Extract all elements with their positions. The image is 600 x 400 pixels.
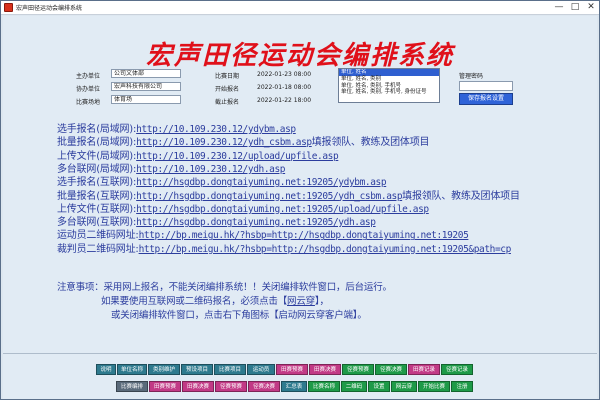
link-url[interactable]: http://bp.meigu.hk/?hsbp=http://hsgdbp.d… [139,244,512,255]
maximize-button[interactable]: □ [567,1,583,15]
venue-field[interactable]: 体育场 [111,95,181,104]
close-button[interactable]: ✕ [583,1,599,15]
co-organizer-label: 协办单位 [76,86,101,93]
password-label: 管理密码 [459,73,484,80]
toolbar-button[interactable]: 设置 [368,381,390,392]
toolbar-button[interactable]: 类别维护 [148,364,180,375]
signup-start-value[interactable]: 2022-01-18 08:00 [257,84,311,91]
toolbar-button[interactable]: 径赛记录 [441,364,473,375]
window-title: 宏声田径运动会编排系统 [16,5,83,12]
venue-label: 比赛场地 [76,99,101,106]
toolbar-button[interactable]: 预设项目 [181,364,213,375]
divider [3,353,597,354]
title-bar: 宏声田径运动会编排系统 — □ ✕ [1,1,599,15]
report-option[interactable]: 单位, 姓名 [339,69,439,76]
report-option[interactable]: 单位, 姓名, 类别 [339,76,439,83]
toolbar-button[interactable]: 田赛记录 [408,364,440,375]
link-label: 裁判员二维码网址: [57,243,139,255]
save-signup-settings-button[interactable]: 保存报名设置 [459,93,513,105]
toolbar-button[interactable]: 田赛决赛 [182,381,214,392]
toolbar-button[interactable]: 田赛预赛 [149,381,181,392]
toolbar-button[interactable]: 径赛预赛 [215,381,247,392]
cloud-link[interactable]: 网云穿 [287,296,315,307]
signup-end-label: 截止报名 [215,99,240,106]
password-input[interactable] [459,81,513,91]
report-option[interactable]: 单位, 姓名, 类别, 手机号, 身份证号 [339,89,439,96]
co-organizer-field[interactable]: 宏声科技有限公司 [111,82,181,91]
toolbar-button[interactable]: 汇总表 [281,381,307,392]
toolbar-button[interactable]: 单位名称 [117,364,147,375]
toolbar-button[interactable]: 比赛编排 [116,381,148,392]
app-title: 宏声田径运动会编排系统 [145,41,454,71]
toolbar-button[interactable]: 田赛预赛 [276,364,308,375]
signup-end-value[interactable]: 2022-01-22 18:00 [257,97,311,104]
notice-text: 】， [314,296,329,307]
toolbar-button[interactable]: 说明 [96,364,116,375]
toolbar-button[interactable]: 比赛项目 [214,364,246,375]
organizer-label: 主办单位 [76,73,101,80]
toolbar-button[interactable]: 注册 [451,381,473,392]
toolbar-button[interactable]: 径赛决赛 [375,364,407,375]
notice-line-2: 如果要使用互联网或二维码报名，必须点击【网云穿】， [101,293,329,307]
match-date-value[interactable]: 2022-01-23 08:00 [257,71,311,78]
signup-start-label: 开始报名 [215,86,240,93]
toolbar-button[interactable]: 比赛名称 [308,381,340,392]
organizer-field[interactable]: 公司文体部 [111,69,181,78]
toolbar-button[interactable]: 径赛决赛 [248,381,280,392]
notice-text: 如果要使用互联网或二维码报名，必须点击【 [101,296,288,307]
toolbar-button[interactable]: 二维码 [341,381,367,392]
toolbar-button[interactable]: 田赛决赛 [309,364,341,375]
toolbar-button[interactable]: 开始比赛 [418,381,450,392]
app-window: 宏声田径运动会编排系统 — □ ✕ 宏声田径运动会编排系统 主办单位 公司文体部… [0,0,600,400]
report-fields-list[interactable]: 单位, 姓名 单位, 姓名, 类别 单位, 姓名, 类别, 手机号 单位, 姓名, 类… [338,68,440,103]
link-row: 裁判员二维码网址:http://bp.meigu.hk/?hsbp=http:/… [57,240,511,255]
main-panel: 宏声田径运动会编排系统 主办单位 公司文体部 协办单位 宏声科技有限公司 比赛场… [3,16,597,399]
toolbar-button[interactable]: 径赛预赛 [342,364,374,375]
app-icon [4,3,13,12]
toolbar-button[interactable]: 网云穿 [391,381,417,392]
toolbar-button[interactable]: 运动员 [247,364,275,375]
notice-line-1: 注意事项：采用网上报名，不能关闭编排系统！！关闭编排软件窗口，后台运行。 [57,282,392,293]
minimize-button[interactable]: — [551,1,567,15]
notice-line-3: 或关闭编排软件窗口，点击右下角图标【启动网云穿客户端】。 [111,310,367,321]
match-date-label: 比赛日期 [215,73,240,80]
